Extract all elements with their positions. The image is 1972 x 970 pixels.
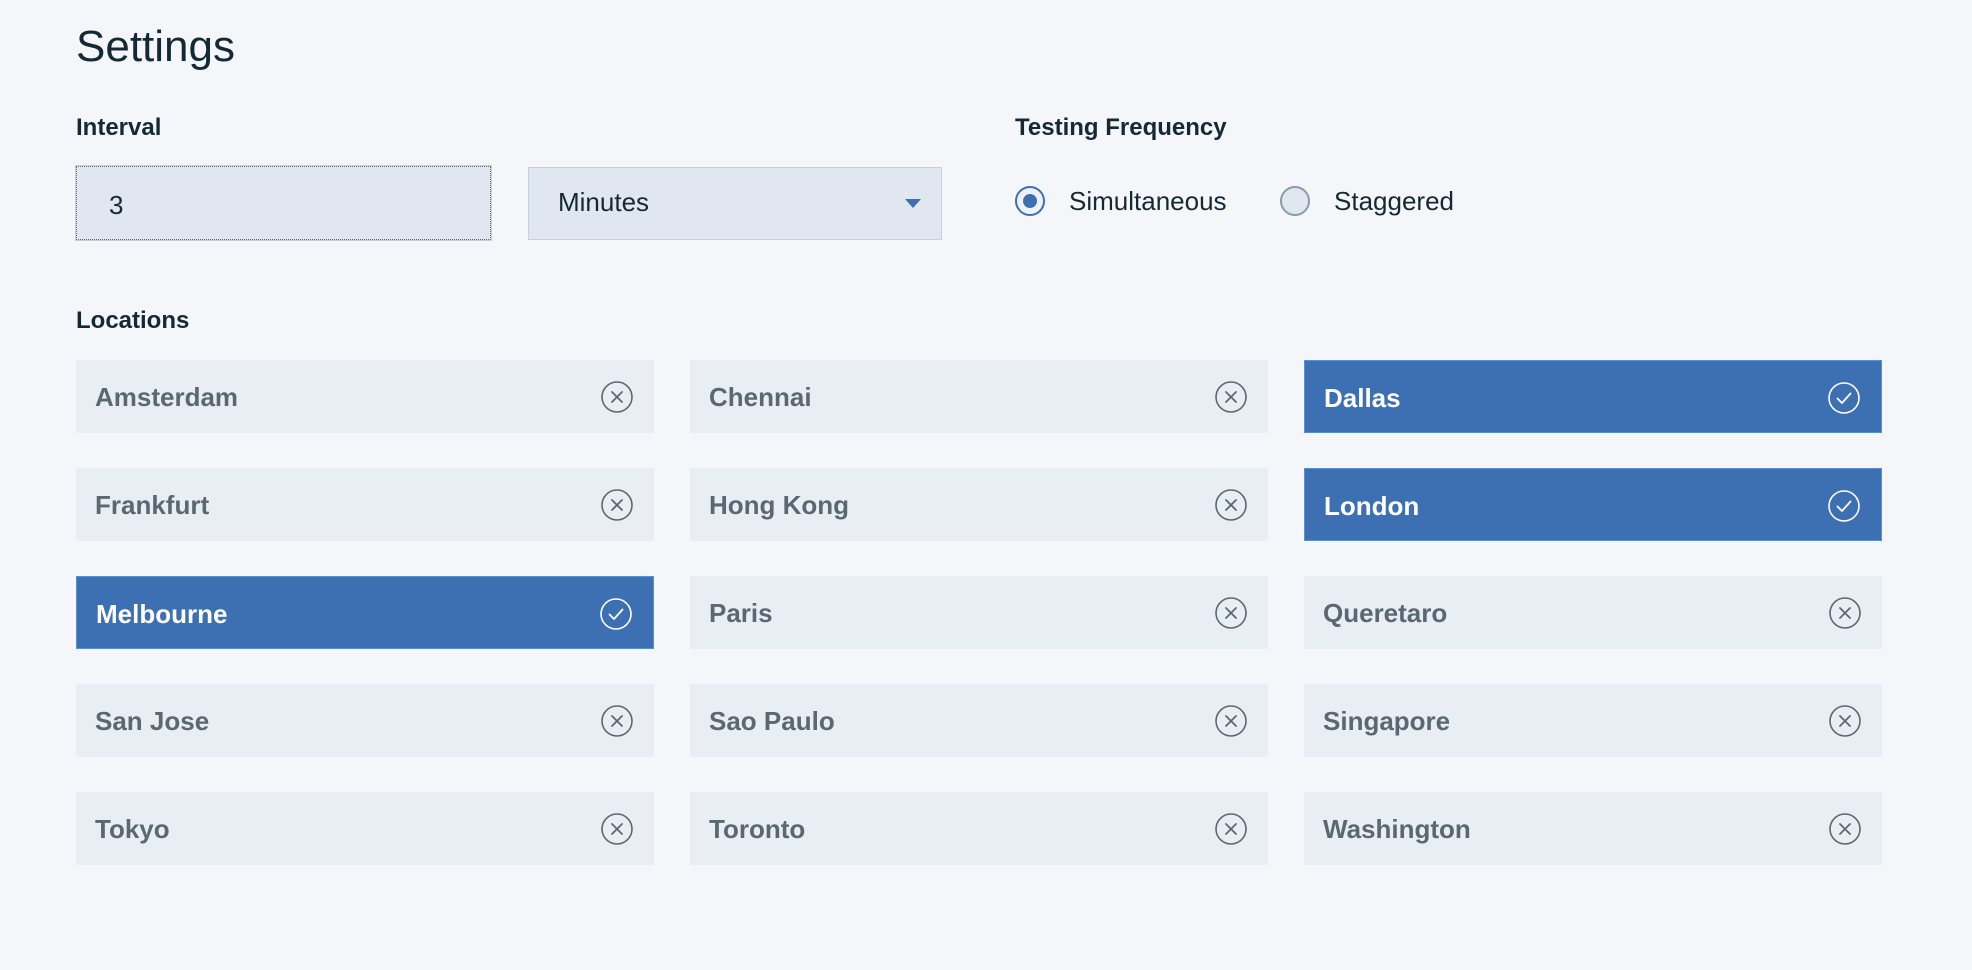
location-name: Toronto (709, 814, 806, 844)
check-circle-icon[interactable] (599, 597, 633, 631)
close-circle-icon[interactable] (1828, 704, 1862, 738)
radio-staggered[interactable]: Staggered (1280, 183, 1454, 219)
close-circle-icon[interactable] (1214, 704, 1248, 738)
radio-label-staggered: Staggered (1334, 185, 1454, 216)
location-name: Paris (709, 598, 773, 628)
testing-frequency-label: Testing Frequency (1015, 114, 1227, 141)
check-circle-icon[interactable] (1827, 489, 1861, 523)
location-name: Melbourne (96, 599, 228, 629)
location-tile-toronto[interactable]: Toronto (690, 792, 1268, 865)
caret-down-icon (905, 199, 921, 208)
close-circle-icon[interactable] (600, 812, 634, 846)
radio-button-unchecked[interactable] (1280, 186, 1310, 216)
close-circle-icon[interactable] (1214, 488, 1248, 522)
interval-unit-select[interactable]: Minutes (528, 167, 942, 240)
location-name: Queretaro (1323, 598, 1448, 628)
location-name: London (1324, 491, 1420, 521)
close-circle-icon[interactable] (600, 704, 634, 738)
interval-label: Interval (76, 114, 162, 141)
location-tile-washington[interactable]: Washington (1304, 792, 1882, 865)
location-tile-singapore[interactable]: Singapore (1304, 684, 1882, 757)
close-circle-icon[interactable] (600, 488, 634, 522)
radio-simultaneous[interactable]: Simultaneous (1015, 183, 1227, 219)
location-name: Hong Kong (709, 490, 850, 520)
location-name: Frankfurt (95, 490, 210, 520)
location-tile-melbourne[interactable]: Melbourne (76, 576, 654, 649)
location-name: Dallas (1324, 383, 1401, 413)
location-tile-queretaro[interactable]: Queretaro (1304, 576, 1882, 649)
location-name: Sao Paulo (709, 706, 835, 736)
close-circle-icon[interactable] (1214, 812, 1248, 846)
location-tile-hong-kong[interactable]: Hong Kong (690, 468, 1268, 541)
interval-unit-value: Minutes (558, 187, 650, 217)
close-circle-icon[interactable] (1214, 380, 1248, 414)
location-name: Amsterdam (95, 382, 239, 412)
location-tile-tokyo[interactable]: Tokyo (76, 792, 654, 865)
location-name: San Jose (95, 706, 210, 736)
location-name: Singapore (1323, 706, 1451, 736)
location-name: Washington (1323, 814, 1471, 844)
location-tile-dallas[interactable]: Dallas (1304, 360, 1882, 433)
interval-input[interactable] (75, 165, 492, 241)
location-name: Tokyo (95, 814, 170, 844)
location-tile-sao-paulo[interactable]: Sao Paulo (690, 684, 1268, 757)
close-circle-icon[interactable] (600, 380, 634, 414)
location-tile-frankfurt[interactable]: Frankfurt (76, 468, 654, 541)
close-circle-icon[interactable] (1828, 596, 1862, 630)
close-circle-icon[interactable] (1828, 812, 1862, 846)
location-tile-amsterdam[interactable]: Amsterdam (76, 360, 654, 433)
locations-grid: Amsterdam Chennai Dallas Frankfurt Hong … (76, 360, 1882, 865)
check-circle-icon[interactable] (1827, 381, 1861, 415)
location-tile-paris[interactable]: Paris (690, 576, 1268, 649)
close-circle-icon[interactable] (1214, 596, 1248, 630)
location-name: Chennai (709, 382, 812, 412)
page-title: Settings (76, 22, 235, 71)
radio-label-simultaneous: Simultaneous (1069, 185, 1227, 216)
radio-button-checked[interactable] (1015, 186, 1045, 216)
location-tile-london[interactable]: London (1304, 468, 1882, 541)
location-tile-san-jose[interactable]: San Jose (76, 684, 654, 757)
locations-label: Locations (76, 307, 190, 334)
location-tile-chennai[interactable]: Chennai (690, 360, 1268, 433)
